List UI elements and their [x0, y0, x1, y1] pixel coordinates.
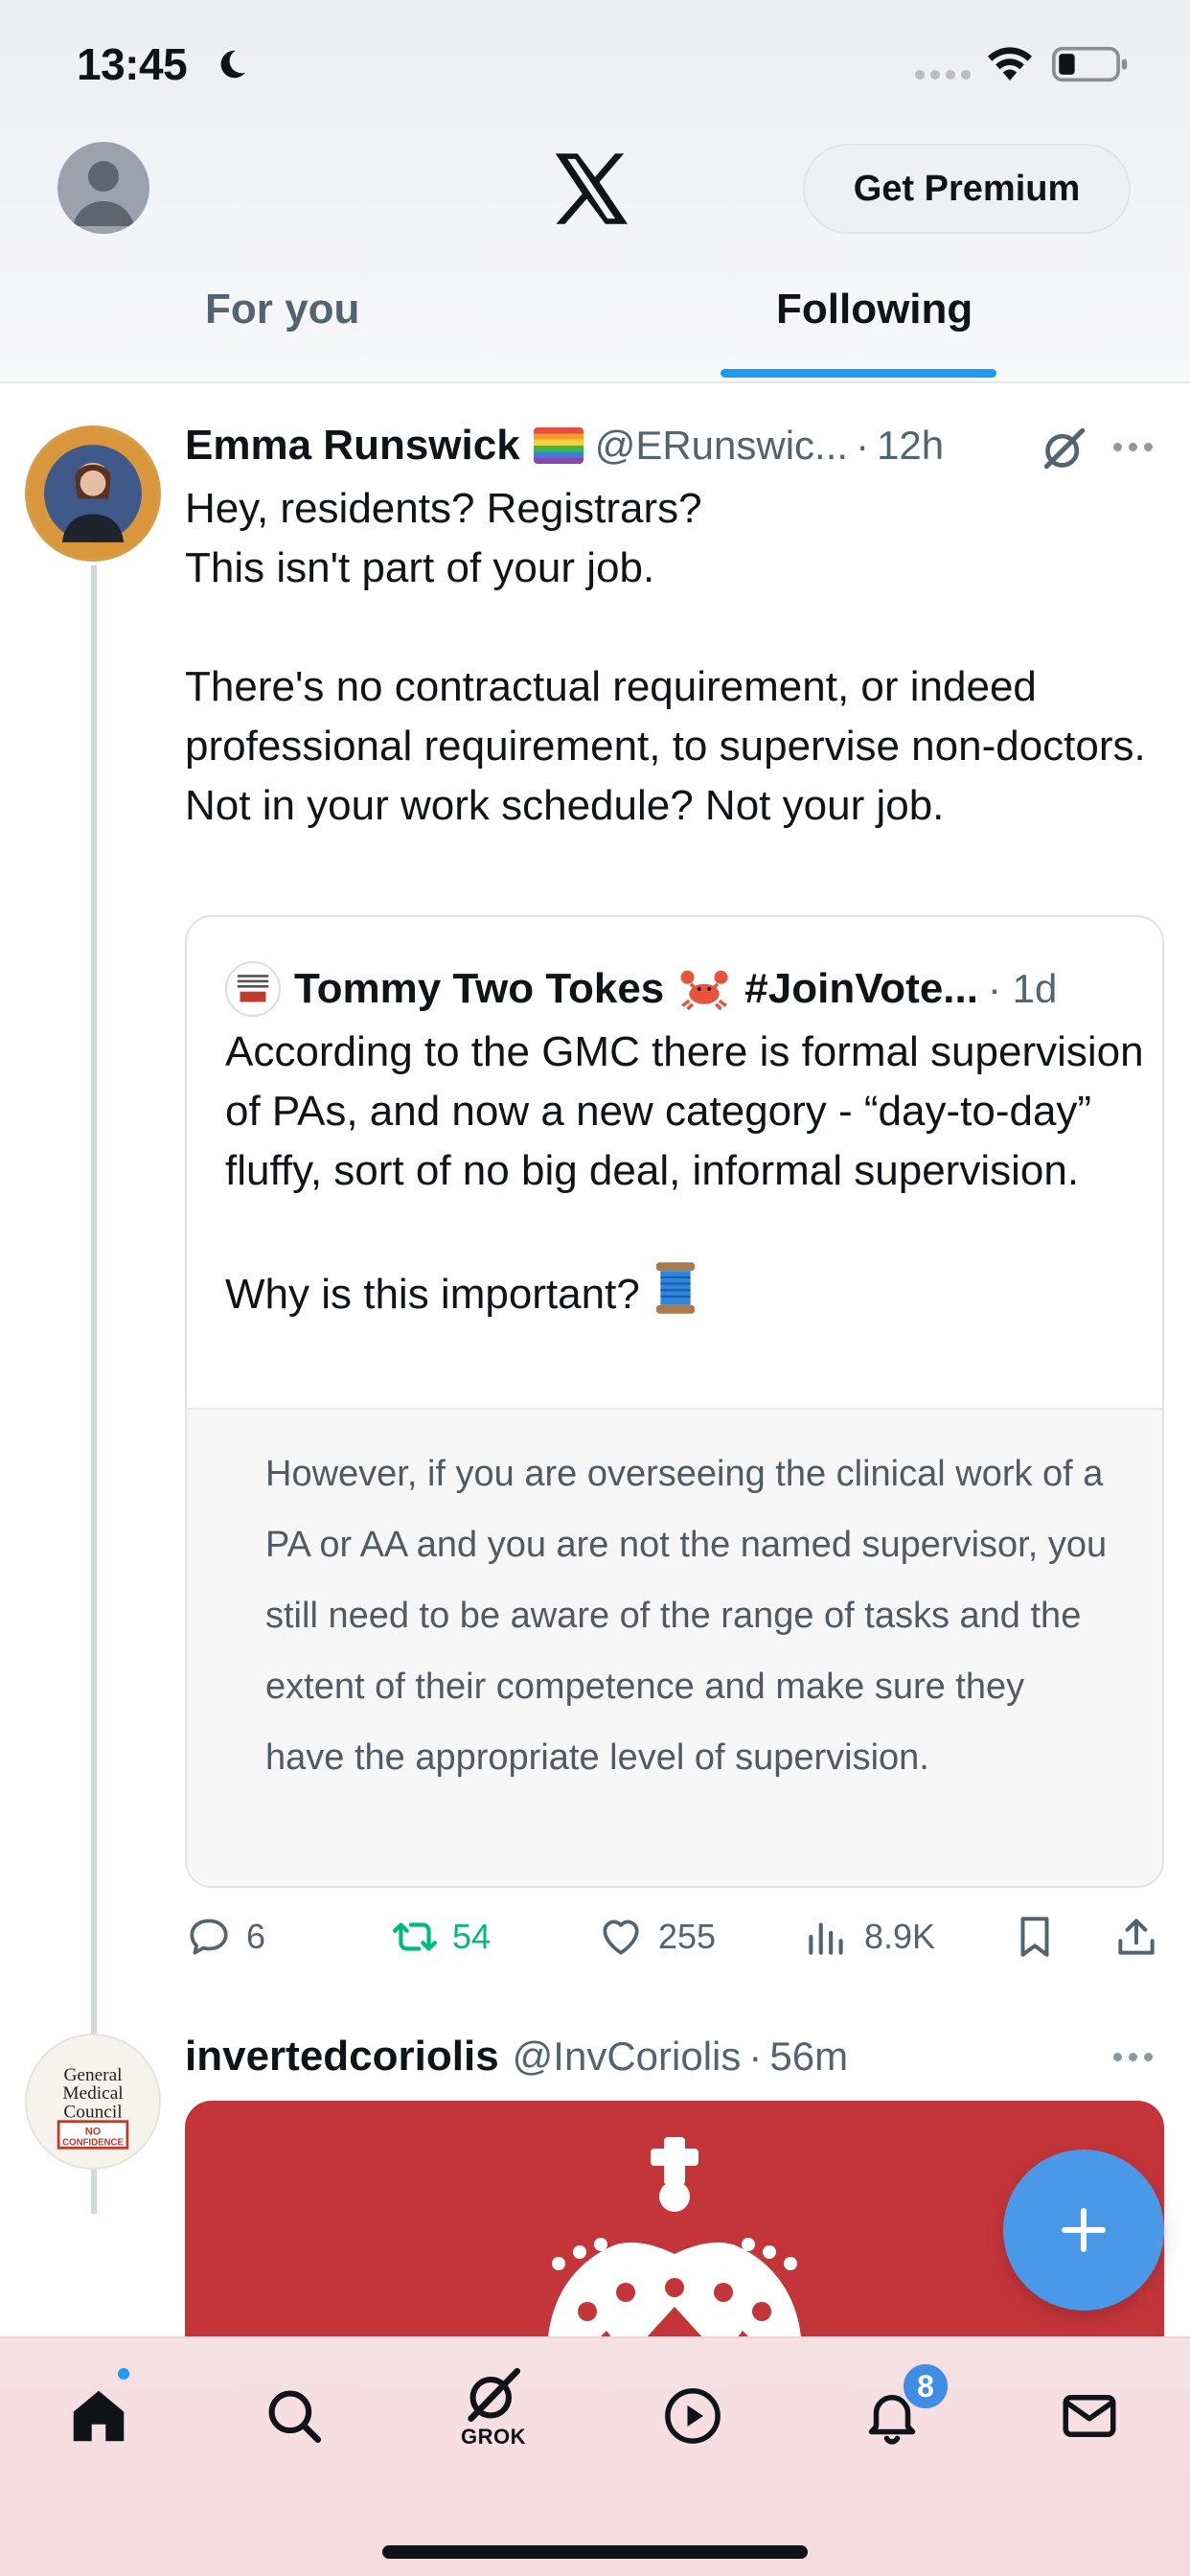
nav-grok[interactable]: GROK	[450, 2363, 537, 2450]
grok-icon	[468, 2367, 521, 2423]
bookmark-button[interactable]	[1011, 1902, 1059, 1971]
quoted-image-text: However, if you are overseeing the clini…	[265, 1454, 1108, 1778]
repost-count: 54	[452, 1917, 492, 1956]
gmc-logo-icon	[235, 971, 271, 1002]
svg-text:Medical: Medical	[62, 2083, 123, 2104]
author-name[interactable]: Emma Runswick	[185, 422, 520, 470]
heart-icon	[603, 1920, 639, 1955]
nav-video[interactable]	[650, 2373, 736, 2459]
home-unread-dot	[115, 2365, 132, 2382]
views-button[interactable]: 8.9K	[803, 1902, 935, 1971]
more-options-icon[interactable]	[1113, 443, 1153, 451]
post-time[interactable]: 56m	[769, 2034, 848, 2080]
quoted-author-name: Tommy Two Tokes	[294, 965, 665, 1012]
get-premium-button[interactable]: Get Premium	[803, 144, 1131, 234]
top-bar: 13:45 Get Premium For you Following	[0, 0, 1190, 383]
compose-post-button[interactable]	[1003, 2150, 1164, 2311]
reply-button[interactable]: 6	[185, 1902, 265, 1971]
gmc-no-confidence-logo: General Medical Council NO CONFIDENCE	[57, 2065, 129, 2150]
home-icon	[73, 2390, 125, 2442]
post-header: invertedcoriolis @InvCoriolis · 56m	[185, 2022, 1162, 2091]
like-count: 255	[658, 1917, 717, 1956]
thread-line	[91, 565, 97, 2214]
svg-text:Council: Council	[63, 2103, 122, 2123]
plus-icon	[1062, 2208, 1106, 2252]
crab-icon	[680, 970, 728, 1011]
thread-spool-icon	[655, 1262, 695, 1314]
author-avatar[interactable]	[25, 426, 161, 562]
share-icon	[1118, 1919, 1155, 1955]
post-time[interactable]: 12h	[877, 423, 944, 469]
post-text: Hey, residents? Registrars? This isn't p…	[185, 485, 1146, 829]
mail-icon	[1063, 2395, 1116, 2437]
bottom-navigation: GROK 8	[0, 2336, 1190, 2576]
nav-search[interactable]	[251, 2373, 337, 2459]
reply-count: 6	[246, 1917, 266, 1956]
post-actions: 6 54 255 8.9K	[185, 1902, 1162, 1971]
share-button[interactable]	[1112, 1902, 1160, 1971]
cellular-signal-icon	[915, 70, 971, 80]
grok-label: GROK	[461, 2425, 526, 2449]
play-circle-icon	[665, 2388, 721, 2444]
author-name[interactable]: invertedcoriolis	[185, 2033, 499, 2081]
search-icon	[268, 2390, 322, 2444]
active-tab-indicator	[721, 369, 996, 378]
quoted-post-header: Tommy Two Tokes #JoinVote... · 1d	[294, 955, 1156, 1023]
battery-icon	[1052, 46, 1128, 82]
home-indicator	[382, 2545, 808, 2559]
x-logo-icon	[555, 153, 628, 224]
repost-icon	[393, 1922, 437, 1951]
svg-text:NO: NO	[85, 2127, 102, 2138]
avatar-portrait	[29, 429, 157, 558]
nav-messages[interactable]	[1046, 2373, 1133, 2459]
author-avatar[interactable]: General Medical Council NO CONFIDENCE	[25, 2034, 161, 2170]
repost-button[interactable]: 54	[391, 1902, 491, 1971]
quoted-author-hashtag: #JoinVote...	[744, 965, 978, 1012]
moon-icon	[220, 50, 246, 79]
quoted-post-text: According to the GMC there is formal sup…	[225, 1028, 1144, 1318]
tab-for-you[interactable]: For you	[205, 286, 359, 334]
author-handle[interactable]: @InvCoriolis	[513, 2034, 742, 2080]
nav-home[interactable]	[56, 2373, 142, 2459]
more-options-icon[interactable]	[1113, 2053, 1153, 2061]
reply-icon	[190, 1919, 228, 1955]
quoted-post-time: · 1d	[987, 966, 1058, 1011]
post-header: Emma Runswick @ERunswic... · 12h	[185, 412, 1162, 479]
wifi-icon	[988, 47, 1032, 80]
svg-text:CONFIDENCE: CONFIDENCE	[62, 2138, 124, 2149]
quoted-image[interactable]: However, if you are overseeing the clini…	[187, 1410, 1162, 1886]
like-button[interactable]: 255	[597, 1902, 716, 1971]
default-avatar-icon	[73, 161, 134, 226]
status-time: 13:45	[77, 39, 188, 89]
author-handle[interactable]: @ERunswic...	[595, 423, 848, 469]
bookmark-icon	[1020, 1917, 1049, 1957]
views-count: 8.9K	[864, 1917, 936, 1956]
views-chart-icon	[809, 1922, 843, 1955]
tab-following[interactable]: Following	[776, 286, 973, 334]
quoted-post[interactable]: Tommy Two Tokes #JoinVote... · 1d Accord…	[185, 915, 1164, 1888]
separator-dot: ·	[748, 2034, 763, 2079]
svg-text:General: General	[63, 2065, 122, 2085]
notification-badge: 8	[901, 2361, 950, 2411]
grok-icon[interactable]	[1038, 422, 1091, 475]
profile-avatar-button[interactable]	[57, 142, 149, 234]
rainbow-flag-icon	[533, 427, 584, 464]
separator-dot: ·	[856, 423, 870, 468]
quoted-author-avatar	[225, 961, 281, 1017]
